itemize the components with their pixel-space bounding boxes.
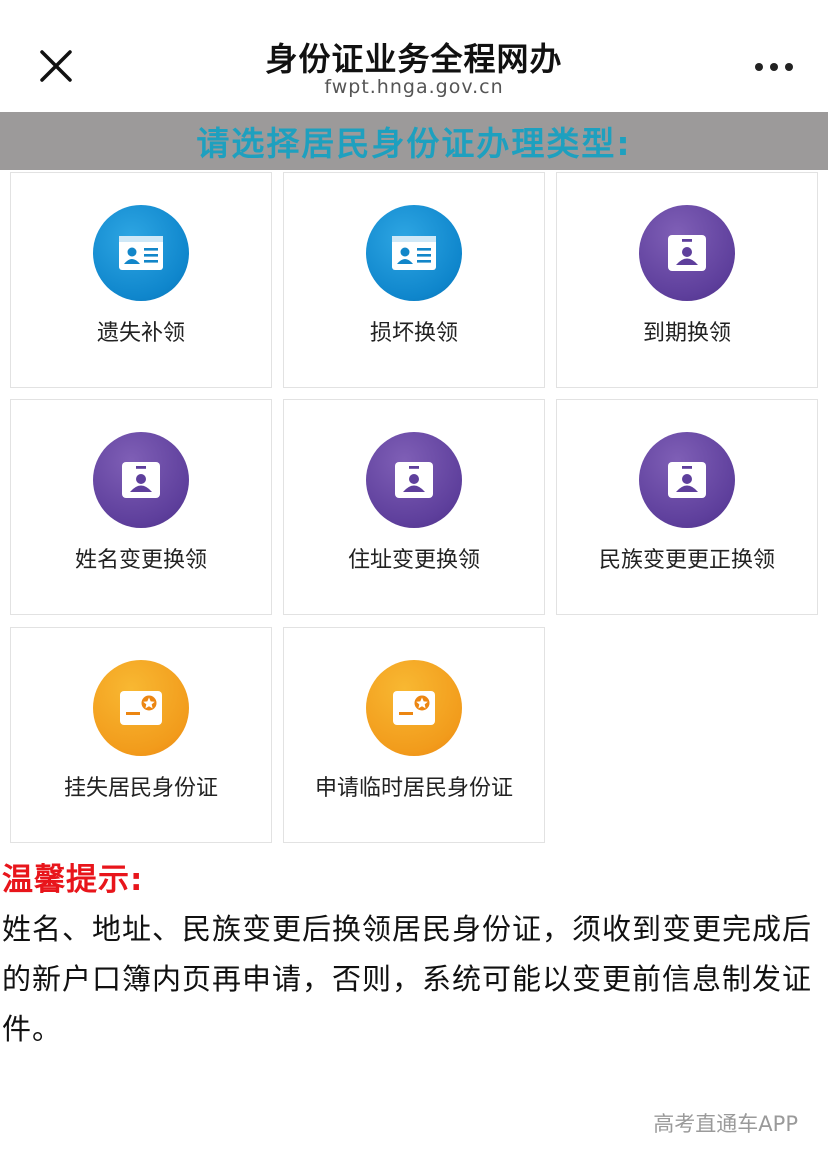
tip-body: 姓名、地址、民族变更后换领居民身份证，须收到变更完成后的新户口簿内页再申请，否则…: [2, 912, 813, 1046]
service-tile-damaged-replacement[interactable]: 损坏换领: [283, 172, 545, 388]
tip-title: 温馨提示:: [2, 862, 144, 898]
badge-icon: [639, 205, 735, 301]
page-title: 身份证业务全程网办: [265, 40, 563, 78]
service-label: 遗失补领: [96, 321, 185, 346]
watermark-text: 高考直通车APP: [653, 1112, 798, 1136]
service-tile-ethnicity-change[interactable]: 民族变更更正换领: [556, 399, 818, 615]
badge-icon: [93, 432, 189, 528]
badge-icon: [366, 432, 462, 528]
service-label: 挂失居民身份证: [63, 776, 218, 801]
more-menu-button[interactable]: [746, 50, 802, 84]
service-label: 姓名变更换领: [74, 548, 207, 573]
top-navigation-bar: 身份证业务全程网办 fwpt.hnga.gov.cn: [0, 0, 828, 112]
section-banner: 请选择居民身份证办理类型:: [0, 112, 828, 170]
more-dots-icon: [755, 63, 763, 71]
service-tile-address-change[interactable]: 住址变更换领: [283, 399, 545, 615]
card-star-icon: [93, 660, 189, 756]
banner-text: 请选择居民身份证办理类型:: [196, 124, 632, 163]
service-label: 损坏换领: [369, 321, 458, 346]
service-label: 到期换领: [642, 321, 731, 346]
id-card-icon: [93, 205, 189, 301]
card-star-icon: [366, 660, 462, 756]
service-label: 民族变更更正换领: [598, 548, 775, 573]
id-card-icon: [366, 205, 462, 301]
service-tile-name-change[interactable]: 姓名变更换领: [10, 399, 272, 615]
service-tile-temporary-id[interactable]: 申请临时居民身份证: [283, 627, 545, 843]
service-tile-lost-replacement[interactable]: 遗失补领: [10, 172, 272, 388]
badge-icon: [639, 432, 735, 528]
service-tile-expiry-replacement[interactable]: 到期换领: [556, 172, 818, 388]
page-domain: fwpt.hnga.gov.cn: [324, 76, 504, 98]
service-tile-report-loss[interactable]: 挂失居民身份证: [10, 627, 272, 843]
service-label: 申请临时居民身份证: [314, 776, 513, 801]
service-label: 住址变更换领: [347, 548, 480, 573]
